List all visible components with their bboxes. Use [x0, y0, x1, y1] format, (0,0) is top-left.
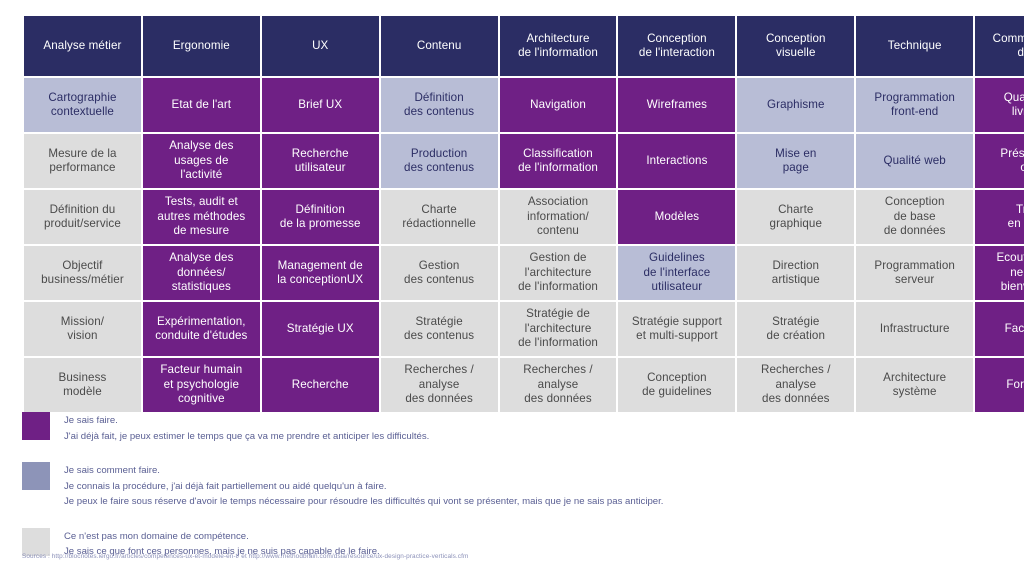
table-row: Objectif business/métier Analyse des donnée…	[24, 246, 1024, 300]
skill-cell-r2-c6: Interactions	[618, 134, 736, 188]
skill-cell-r5-c7: Stratégie de création	[737, 302, 855, 356]
skill-cell-r1-c9: Qualité deslivrables	[975, 78, 1024, 132]
legend-line: Je sais faire.	[64, 415, 118, 426]
skill-cell-r1-c1: Cartographie contextuelle	[24, 78, 141, 132]
skill-cell-r5-c9: Facilitateur	[975, 302, 1024, 356]
skill-cell-r4-c7: Direction artistique	[737, 246, 855, 300]
skill-cell-r6-c8: Architecture système	[856, 358, 974, 412]
table-header: Analyse métier Ergonomie UX Contenu Architec…	[24, 16, 1024, 76]
skill-cell-r2-c8: Qualité web	[856, 134, 974, 188]
competency-matrix: Analyse métier Ergonomie UX Contenu Architec…	[22, 14, 1024, 414]
skill-cell-r3-c7: Charte graphique	[737, 190, 855, 244]
header-row: Analyse métier Ergonomie UX Contenu Architec…	[24, 16, 1024, 76]
legend-swatch-known	[22, 462, 50, 491]
skill-cell-r4-c3: Management de la conceptionUX	[261, 246, 379, 300]
skill-cell-r5-c6: Stratégie support et multi-support	[618, 302, 736, 356]
skill-cell-r6-c4: Recherches / analyse des données	[380, 358, 498, 412]
skill-cell-r1-c4: Définition des contenus	[380, 78, 498, 132]
skill-cell-r3-c8: Conception de base de données	[856, 190, 974, 244]
skill-cell-r5-c8: Infrastructure	[856, 302, 974, 356]
skill-cell-r2-c5: Classification de l'information	[499, 134, 617, 188]
column-header-1: Analyse métier	[24, 16, 141, 76]
legend-swatch-none	[22, 527, 50, 556]
column-header-9: Communicationdouce	[975, 16, 1024, 76]
skill-cell-r2-c1: Mesure de la performance	[24, 134, 141, 188]
skill-cell-r3-c2: Tests, audit et autres méthodes de mesure	[142, 190, 260, 244]
skill-cell-r3-c6: Modèles	[618, 190, 736, 244]
legend-swatch-expert	[22, 412, 50, 440]
table-body: Cartographie contextuelle Etat de l'art Bri…	[24, 78, 1024, 412]
skill-cell-r4-c5: Gestion de l'architecture de l'information	[499, 246, 617, 300]
column-header-5: Architecture de l'information	[499, 16, 617, 76]
legend-text-known: Je sais comment faire. Je connais la proc…	[64, 462, 663, 510]
legend-line: J'ai déjà fait, je peux estimer le temps…	[64, 430, 430, 442]
table-row: Définition du produit/service Tests, audit…	[24, 190, 1024, 244]
table-row: Cartographie contextuelle Etat de l'art Bri…	[24, 78, 1024, 132]
table-row: Business modèle Facteur humain et psycholog…	[24, 358, 1024, 412]
skill-cell-r4-c9: Ecoute active,neutre etbienveillante	[975, 246, 1024, 300]
column-header-8: Technique	[856, 16, 974, 76]
column-header-3: UX	[261, 16, 379, 76]
skill-cell-r1-c2: Etat de l'art	[142, 78, 260, 132]
skill-cell-r3-c5: Association information/contenu	[499, 190, 617, 244]
skill-cell-r6-c7: Recherches / analyse des données	[737, 358, 855, 412]
skill-cell-r5-c3: Stratégie UX	[261, 302, 379, 356]
skill-cell-r2-c9: Présentationorale	[975, 134, 1024, 188]
skill-cell-r2-c3: Recherche utilisateur	[261, 134, 379, 188]
skill-cell-r6-c9: Formateur	[975, 358, 1024, 412]
skill-cell-r6-c2: Facteur humain et psychologie cognitive	[142, 358, 260, 412]
skill-cell-r3-c1: Définition du produit/service	[24, 190, 141, 244]
column-header-7: Conception visuelle	[737, 16, 855, 76]
skill-cell-r3-c3: Définition de la promesse	[261, 190, 379, 244]
legend-item-expert: Je sais faire. J'ai déjà fait, je peux es…	[22, 412, 1002, 444]
legend-line: Je peux le faire sous réserve d'avoir le…	[64, 496, 664, 508]
skill-cell-r4-c1: Objectif business/métier	[24, 246, 141, 300]
skill-cell-r4-c6: Guidelines de l'interface utilisateur	[618, 246, 736, 300]
skill-cell-r4-c4: Gestion des contenus	[380, 246, 498, 300]
skill-cell-r1-c5: Navigation	[499, 78, 617, 132]
sources-note: Sources : http://blocnotes.iergo.fr/arti…	[22, 553, 469, 560]
table-row: Mesure de la performance Analyse des usages…	[24, 134, 1024, 188]
legend-line: Je connais la procédure, j'ai déjà fait …	[64, 480, 387, 492]
skill-cell-r4-c8: Programmation serveur	[856, 246, 974, 300]
legend-line: Je sais comment faire.	[64, 465, 160, 477]
column-header-4: Contenu	[380, 16, 498, 76]
skill-cell-r2-c4: Production des contenus	[380, 134, 498, 188]
table-row: Mission/vision Expérimentation, conduite d…	[24, 302, 1024, 356]
skill-cell-r3-c4: Charte rédactionnelle	[380, 190, 498, 244]
skill-cell-r5-c4: Stratégie des contenus	[380, 302, 498, 356]
legend-text-expert: Je sais faire. J'ai déjà fait, je peux es…	[64, 412, 429, 444]
skill-cell-r1-c3: Brief UX	[261, 78, 379, 132]
skill-cell-r2-c7: Mise en page	[737, 134, 855, 188]
skill-cell-r1-c7: Graphisme	[737, 78, 855, 132]
skill-cell-r4-c2: Analyse des données/statistiques	[142, 246, 260, 300]
legend-item-known: Je sais comment faire. Je connais la proc…	[22, 462, 1002, 510]
skill-cell-r6-c5: Recherches / analyse des données	[499, 358, 617, 412]
skill-cell-r5-c2: Expérimentation, conduite d'études	[142, 302, 260, 356]
legend-line: Ce n'est pas mon domaine de compétence.	[64, 530, 249, 542]
competency-table: Analyse métier Ergonomie UX Contenu Architec…	[22, 14, 1024, 414]
skill-cell-r6-c3: Recherche	[261, 358, 379, 412]
skill-cell-r3-c9: Travailen équipe	[975, 190, 1024, 244]
skill-cell-r1-c8: Programmation front-end	[856, 78, 974, 132]
skill-cell-r5-c1: Mission/vision	[24, 302, 141, 356]
skill-cell-r6-c1: Business modèle	[24, 358, 141, 412]
skill-cell-r5-c5: Stratégie de l'architecture de l'informati…	[499, 302, 617, 356]
column-header-2: Ergonomie	[142, 16, 260, 76]
skill-cell-r1-c6: Wireframes	[618, 78, 736, 132]
skill-cell-r2-c2: Analyse des usages de l'activité	[142, 134, 260, 188]
column-header-6: Conception de l'interaction	[618, 16, 736, 76]
skill-cell-r6-c6: Conception de guidelines	[618, 358, 736, 412]
